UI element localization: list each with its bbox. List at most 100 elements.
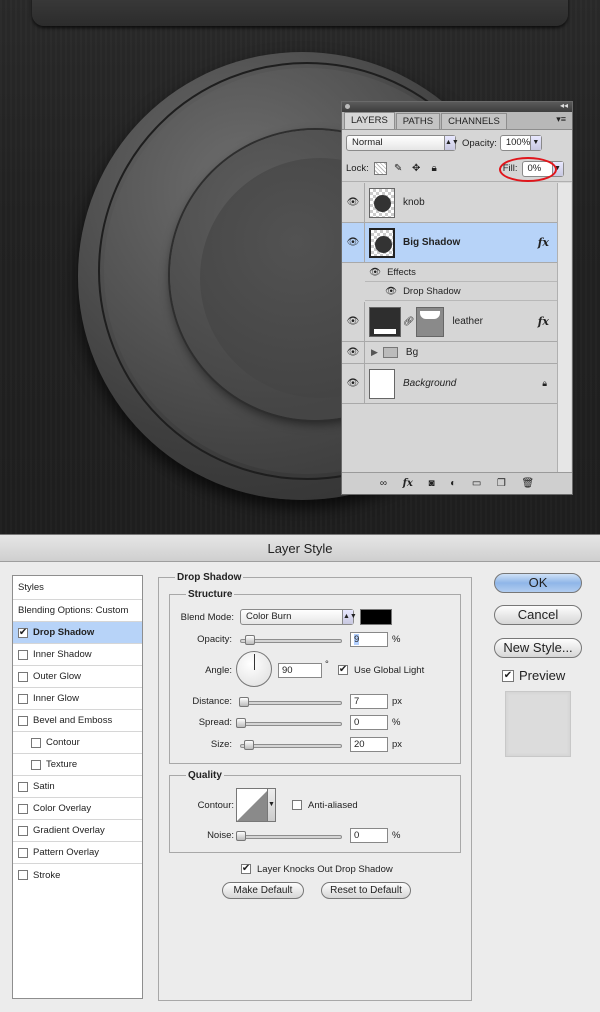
lock-all-padlock-icon[interactable]: 🔒︎ — [428, 162, 441, 175]
style-item-color-overlay[interactable]: Color Overlay — [13, 798, 142, 820]
preview-checkbox[interactable]: ✔ — [502, 670, 514, 682]
lock-image-brush-icon[interactable]: ✎ — [392, 162, 405, 175]
lock-position-move-icon[interactable]: ✥ — [410, 162, 423, 175]
blending-options-item[interactable]: Blending Options: Custom — [13, 600, 142, 622]
layer-thumbnail — [369, 227, 395, 258]
opacity-input[interactable]: 9 — [350, 632, 388, 647]
panel-title-bar[interactable]: ◂◂ — [342, 101, 572, 112]
spread-slider[interactable] — [236, 718, 342, 728]
noise-slider[interactable] — [236, 831, 342, 841]
add-style-icon[interactable]: fx — [403, 478, 413, 489]
anti-aliased-checkbox[interactable] — [292, 800, 302, 810]
eye-icon[interactable]: 👁︎ — [342, 342, 365, 363]
new-layer-icon[interactable]: ❐ — [497, 478, 506, 489]
tab-layers[interactable]: LAYERS — [344, 112, 395, 129]
checkbox[interactable] — [18, 803, 28, 814]
tab-channels[interactable]: CHANNELS — [441, 113, 507, 129]
style-item-pattern-overlay[interactable]: Pattern Overlay — [13, 842, 142, 864]
layer-row-background[interactable]: 👁︎ Background 🔒︎ — [342, 364, 557, 404]
document-canvas[interactable]: ◂◂ LAYERS PATHS CHANNELS ▾≡ Normal ▲▼ Op… — [0, 0, 600, 534]
style-item-contour[interactable]: Contour — [13, 732, 142, 754]
expand-arrow-icon[interactable]: ▶ — [371, 347, 378, 358]
panel-menu-icon[interactable]: ▾≡ — [556, 114, 566, 125]
angle-dial[interactable] — [236, 651, 272, 687]
eye-icon[interactable]: 👁︎ — [385, 286, 397, 297]
slider-thumb[interactable] — [239, 697, 249, 707]
layer-row-knob[interactable]: 👁︎ knob — [342, 183, 557, 223]
effects-row[interactable]: 👁︎ Effects — [365, 263, 557, 282]
eye-icon[interactable]: 👁︎ — [342, 183, 365, 222]
opacity-value: 9 — [354, 634, 360, 645]
shadow-color-swatch[interactable] — [360, 609, 392, 625]
new-style-button[interactable]: New Style... — [494, 638, 582, 658]
style-item-texture[interactable]: Texture — [13, 754, 142, 776]
contour-picker[interactable]: ▼ — [236, 788, 276, 822]
slider-thumb[interactable] — [236, 831, 246, 841]
style-item-bevel-emboss[interactable]: Bevel and Emboss — [13, 710, 142, 732]
checkbox[interactable]: ✔ — [18, 627, 28, 638]
cancel-button[interactable]: Cancel — [494, 605, 582, 625]
style-label: Drop Shadow — [33, 627, 95, 638]
distance-slider[interactable] — [239, 697, 342, 707]
checkbox[interactable] — [18, 649, 28, 660]
layers-scrollbar[interactable] — [557, 183, 571, 473]
knockout-checkbox[interactable]: ✔ — [241, 864, 251, 874]
eye-icon[interactable]: 👁︎ — [342, 364, 365, 403]
link-layers-icon[interactable]: ∞ — [380, 478, 387, 489]
style-item-drop-shadow[interactable]: ✔ Drop Shadow — [13, 622, 142, 644]
size-input[interactable]: 20 — [350, 737, 388, 752]
link-icon[interactable]: 🔗︎ — [403, 316, 414, 327]
style-item-inner-shadow[interactable]: Inner Shadow — [13, 644, 142, 666]
eye-icon[interactable]: 👁︎ — [342, 223, 365, 262]
styles-header[interactable]: Styles — [13, 576, 142, 600]
checkbox[interactable] — [18, 847, 28, 858]
layer-blend-mode-select[interactable]: Normal ▲▼ — [346, 135, 459, 151]
angle-input[interactable]: 90 — [278, 663, 322, 678]
top-strap — [32, 0, 568, 26]
checkbox[interactable] — [18, 781, 28, 792]
tab-paths[interactable]: PATHS — [395, 113, 441, 129]
distance-value: 7 — [354, 696, 360, 707]
add-mask-icon[interactable]: ◙ — [428, 478, 434, 489]
reset-to-default-button[interactable]: Reset to Default — [321, 882, 411, 899]
layer-opacity-field[interactable]: 100% ▼ — [499, 135, 542, 151]
opacity-slider[interactable] — [240, 635, 342, 645]
slider-thumb[interactable] — [245, 635, 255, 645]
style-item-outer-glow[interactable]: Outer Glow — [13, 666, 142, 688]
slider-thumb[interactable] — [244, 740, 254, 750]
eye-icon[interactable]: 👁︎ — [342, 302, 365, 341]
layer-row-bg-group[interactable]: 👁︎ ▶ Bg — [342, 342, 557, 364]
checkbox[interactable] — [18, 693, 28, 704]
style-item-inner-glow[interactable]: Inner Glow — [13, 688, 142, 710]
close-icon[interactable] — [345, 104, 350, 109]
checkbox[interactable] — [18, 715, 28, 726]
blend-mode-select[interactable]: Color Burn ▲▼ — [240, 609, 357, 625]
ok-button[interactable]: OK — [494, 573, 582, 593]
new-group-icon[interactable]: ▭ — [472, 478, 481, 489]
slider-thumb[interactable] — [236, 718, 246, 728]
collapse-icon[interactable]: ◂◂ — [560, 101, 568, 110]
lock-transparent-icon[interactable] — [373, 162, 387, 175]
eye-icon[interactable]: 👁︎ — [369, 267, 381, 278]
checkbox[interactable] — [18, 671, 28, 682]
effect-drop-shadow-row[interactable]: 👁︎ Drop Shadow — [365, 282, 557, 301]
trash-icon[interactable]: 🗑︎ — [521, 478, 534, 489]
layer-row-leather[interactable]: 👁︎ 🔗︎ leather fx ▼ — [342, 302, 569, 342]
layer-row-big-shadow[interactable]: 👁︎ Big Shadow fx ▲ — [342, 223, 569, 263]
checkbox[interactable] — [31, 759, 41, 770]
checkbox[interactable] — [31, 737, 41, 748]
style-item-gradient-overlay[interactable]: Gradient Overlay — [13, 820, 142, 842]
spread-input[interactable]: 0 — [350, 715, 388, 730]
distance-input[interactable]: 7 — [350, 694, 388, 709]
fx-icon[interactable]: fx — [538, 315, 549, 328]
size-slider[interactable] — [240, 740, 342, 750]
checkbox[interactable] — [18, 825, 28, 836]
checkbox[interactable] — [18, 870, 28, 880]
style-item-satin[interactable]: Satin — [13, 776, 142, 798]
adjustment-layer-icon[interactable]: ◐ — [450, 478, 456, 489]
fx-icon[interactable]: fx — [538, 236, 549, 249]
use-global-light-checkbox[interactable]: ✔ — [338, 665, 348, 675]
make-default-button[interactable]: Make Default — [222, 882, 304, 899]
style-item-stroke[interactable]: Stroke — [13, 864, 142, 886]
noise-input[interactable]: 0 — [350, 828, 388, 843]
